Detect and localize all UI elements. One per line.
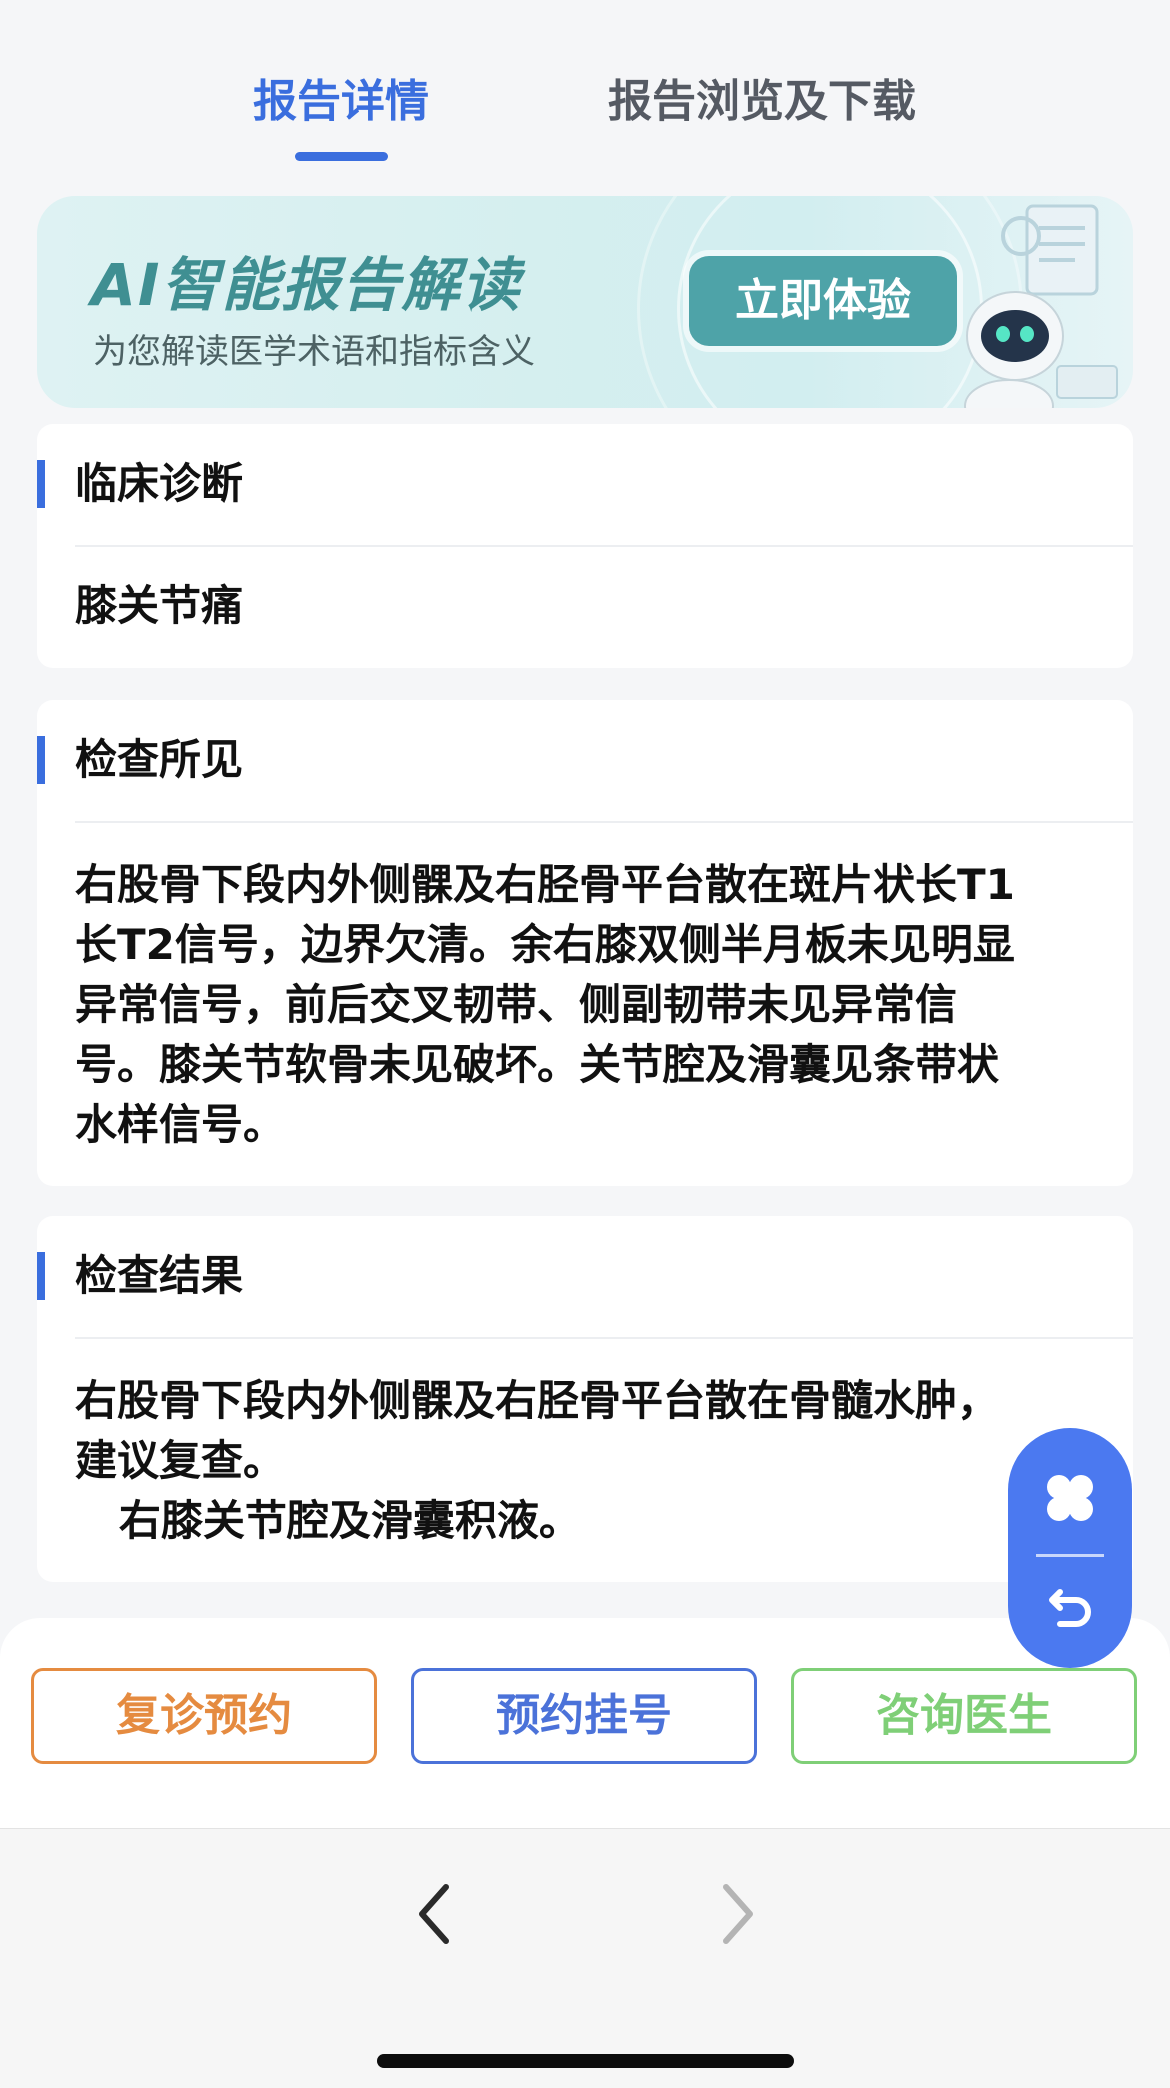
- banner-subtitle: 为您解读医学术语和指标含义: [93, 332, 535, 372]
- results-card: 检查结果 右股骨下段内外侧髁及右胫骨平台散在骨髓水肿， 建议复查。 右膝关节腔及…: [37, 1216, 1133, 1582]
- clover-menu-icon[interactable]: [1040, 1468, 1100, 1528]
- chevron-right-icon[interactable]: [712, 1879, 762, 1949]
- try-now-button[interactable]: 立即体验: [689, 256, 957, 346]
- diagnosis-content: 膝关节痛: [75, 581, 244, 630]
- diagnosis-card-header: 临床诊断: [37, 424, 1133, 547]
- section-divider: [75, 1337, 1133, 1339]
- findings-title: 检查所见: [75, 735, 244, 784]
- widget-divider: [1036, 1554, 1104, 1557]
- section-accent-bar: [37, 460, 45, 508]
- active-tab-indicator: [295, 152, 388, 161]
- results-card-header: 检查结果: [37, 1216, 1133, 1339]
- tab-bar: 报告详情 报告浏览及下载: [0, 0, 1170, 175]
- diagnosis-card: 临床诊断 膝关节痛: [37, 424, 1133, 668]
- results-content: 右股骨下段内外侧髁及右胫骨平台散在骨髓水肿， 建议复查。 右膝关节腔及滑囊积液。: [75, 1376, 1000, 1545]
- tab-report-browse-download[interactable]: 报告浏览及下载: [608, 72, 916, 132]
- findings-card: 检查所见 右股骨下段内外侧髁及右胫骨平台散在斑片状长T1 长T2信号，边界欠清。…: [37, 700, 1133, 1186]
- ai-report-banner[interactable]: AI智能报告解读 为您解读医学术语和指标含义 立即体验: [37, 196, 1133, 408]
- section-accent-bar: [37, 736, 45, 784]
- browser-nav-bar: [0, 1828, 1170, 2088]
- tab-report-details[interactable]: 报告详情: [253, 72, 429, 132]
- floating-tool-widget: [1008, 1428, 1132, 1668]
- consult-doctor-button[interactable]: 咨询医生: [791, 1668, 1137, 1764]
- robot-icon: [964, 204, 1118, 408]
- section-accent-bar: [37, 1252, 45, 1300]
- action-bar: 复诊预约 预约挂号 咨询医生: [0, 1618, 1170, 1828]
- chevron-left-icon[interactable]: [410, 1879, 460, 1949]
- findings-card-header: 检查所见: [37, 700, 1133, 823]
- findings-content: 右股骨下段内外侧髁及右胫骨平台散在斑片状长T1 长T2信号，边界欠清。余右膝双侧…: [75, 860, 1015, 1149]
- diagnosis-title: 临床诊断: [75, 459, 244, 508]
- return-arrow-icon[interactable]: [1044, 1578, 1096, 1630]
- banner-title: AI智能报告解读: [91, 251, 522, 319]
- results-title: 检查结果: [75, 1251, 244, 1300]
- followup-appointment-button[interactable]: 复诊预约: [31, 1668, 377, 1764]
- book-registration-button[interactable]: 预约挂号: [411, 1668, 757, 1764]
- home-indicator: [377, 2054, 794, 2068]
- section-divider: [75, 545, 1133, 547]
- section-divider: [75, 821, 1133, 823]
